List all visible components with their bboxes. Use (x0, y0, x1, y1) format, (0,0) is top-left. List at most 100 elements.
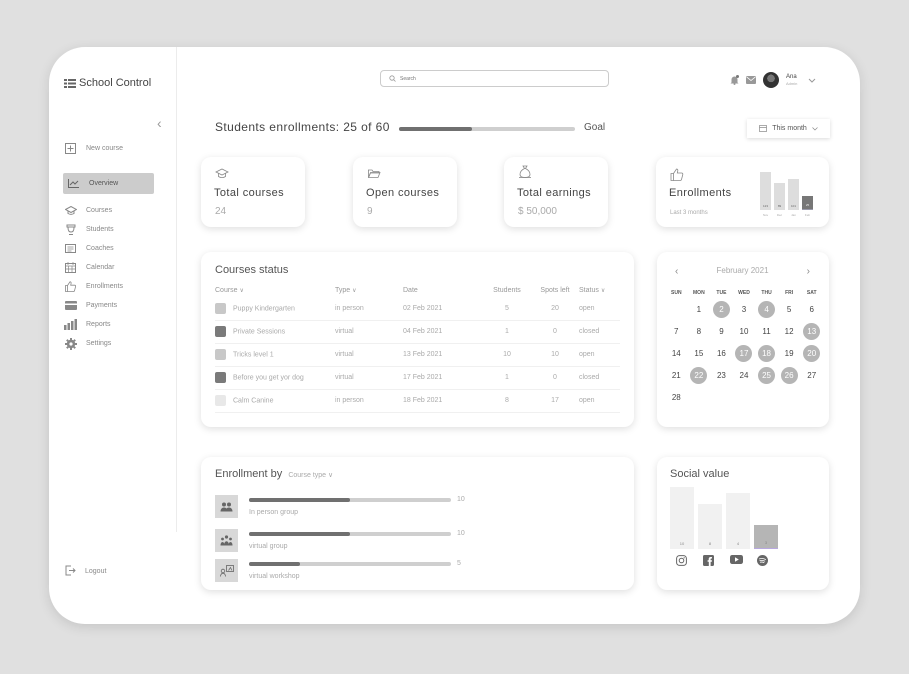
column-students[interactable]: Students (483, 283, 531, 297)
calendar-day[interactable]: 9 (710, 323, 733, 340)
course-type-dropdown[interactable]: Course type ∨ (288, 472, 333, 479)
prev-month-button[interactable]: ‹ (675, 266, 678, 277)
social-bar-youtube[interactable]: 4 (726, 493, 750, 549)
calendar-day-number: 15 (694, 349, 704, 358)
column-date[interactable]: Date (403, 283, 483, 297)
calendar-day[interactable]: 1 (688, 301, 711, 318)
youtube-icon[interactable] (730, 555, 743, 564)
date-cell: 13 Feb 2021 (403, 343, 483, 367)
search-bar[interactable] (380, 70, 609, 87)
calendar-day-number: 14 (671, 349, 681, 358)
calendar-day[interactable]: 27 (800, 367, 823, 384)
column-status[interactable]: Status ∨ (579, 283, 620, 297)
calendar-day[interactable]: 21 (665, 367, 688, 384)
next-month-button[interactable]: › (807, 266, 810, 277)
calendar-day[interactable]: 25 (755, 367, 778, 384)
calendar-day[interactable]: 15 (688, 345, 711, 362)
sidebar-item-calendar[interactable]: Calendar (64, 262, 114, 273)
table-row[interactable]: Tricks level 1 virtual 13 Feb 2021 10 10 open (215, 343, 620, 367)
column-course[interactable]: Course ∨ (215, 283, 335, 297)
calendar-day[interactable]: 17 (733, 345, 756, 362)
enrollment-by-bar (249, 498, 451, 502)
mail-icon[interactable] (746, 76, 756, 84)
calendar-day[interactable]: 16 (710, 345, 733, 362)
spotify-icon[interactable] (757, 555, 768, 566)
table-row[interactable]: Calm Canine in person 18 Feb 2021 8 17 open (215, 389, 620, 413)
calendar-day[interactable]: 13 (800, 323, 823, 340)
collapse-sidebar-button[interactable]: ‹ (157, 115, 162, 131)
mini-bar-nov[interactable]: 123 (760, 172, 771, 210)
enrollments-subtitle: Last 3 months (670, 210, 708, 216)
sidebar-item-payments[interactable]: Payments (64, 300, 117, 311)
calendar-day[interactable]: 26 (778, 367, 801, 384)
spots-left-cell-text: 0 (553, 328, 557, 335)
sidebar-item-overview[interactable]: Overview (63, 173, 154, 194)
calendar-day[interactable]: 23 (710, 367, 733, 384)
calendar-day[interactable]: 28 (665, 389, 688, 406)
mini-bar-feb[interactable]: 25 (802, 196, 813, 210)
total-earnings-title: Total earnings (517, 187, 592, 199)
calendar-day[interactable]: 3 (733, 301, 756, 318)
open-courses-card[interactable]: Open courses 9 (353, 157, 457, 227)
social-bar-spotify[interactable]: 3 (754, 525, 778, 549)
instagram-icon[interactable] (676, 555, 687, 566)
course-color-swatch (215, 302, 226, 314)
social-bar-instagram[interactable]: 10 (670, 487, 694, 549)
sidebar-item-settings[interactable]: Settings (64, 337, 111, 350)
social-value-card: Social value 10 8 4 3 (657, 457, 829, 590)
sidebar-item-courses[interactable]: Courses (64, 205, 112, 216)
avatar[interactable] (763, 72, 779, 88)
table-row[interactable]: Puppy Kindergarten in person 02 Feb 2021 5 2… (215, 297, 620, 321)
bell-icon[interactable] (730, 75, 739, 85)
calendar-day[interactable]: 2 (710, 301, 733, 318)
money-bag-icon (519, 165, 531, 178)
calendar-day[interactable]: 8 (688, 323, 711, 340)
search-input[interactable] (400, 75, 590, 82)
sidebar-item-label: Coaches (86, 245, 114, 252)
calendar-day[interactable]: 14 (665, 345, 688, 362)
calendar-day-number: 5 (786, 305, 792, 314)
sidebar-item-students[interactable]: Students (64, 224, 114, 235)
goal-label: Goal (584, 122, 606, 133)
course-cell: Before you get yor dog (215, 366, 335, 390)
enrollment-by-bar-fill (249, 562, 300, 566)
logout-button[interactable]: Logout (65, 565, 106, 578)
calendar-day[interactable]: 10 (733, 323, 756, 340)
table-row[interactable]: Before you get yor dog virtual 17 Feb 2021… (215, 366, 620, 390)
calendar-day[interactable]: 11 (755, 323, 778, 340)
column-spots-left[interactable]: Spots left (531, 283, 579, 297)
period-dropdown[interactable]: This month (747, 119, 830, 138)
user-info[interactable]: Ana Admin (786, 74, 797, 86)
calendar-day[interactable]: 20 (800, 345, 823, 362)
social-bar-facebook[interactable]: 8 (698, 504, 722, 549)
app-logo[interactable]: School Control (64, 77, 151, 89)
type-cell-text: virtual (335, 351, 354, 358)
mini-bar-jan[interactable]: 101 (788, 178, 799, 210)
app-title: School Control (79, 77, 152, 89)
sidebar-item-enrollments[interactable]: Enrollments (64, 281, 123, 292)
chevron-down-icon[interactable] (808, 78, 816, 83)
calendar-day[interactable]: 6 (800, 301, 823, 318)
sidebar-item-coaches[interactable]: Coaches (64, 243, 114, 254)
new-course-button[interactable]: New course (64, 143, 123, 154)
calendar-day[interactable]: 19 (778, 345, 801, 362)
calendar-day-number: 10 (739, 327, 749, 336)
mini-bar-dec[interactable]: 89 (774, 182, 785, 210)
type-cell: in person (335, 297, 403, 321)
sidebar-item-reports[interactable]: Reports (64, 319, 111, 330)
sidebar: School Control ‹ New course Overview Cour… (49, 47, 177, 576)
calendar-day[interactable]: 5 (778, 301, 801, 318)
calendar-day[interactable]: 12 (778, 323, 801, 340)
calendar-day[interactable]: 18 (755, 345, 778, 362)
facebook-icon[interactable] (703, 555, 714, 566)
calendar-day[interactable]: 22 (688, 367, 711, 384)
total-earnings-card[interactable]: Total earnings $ 50,000 (504, 157, 608, 227)
calendar-day[interactable]: 24 (733, 367, 756, 384)
calendar-day[interactable]: 7 (665, 323, 688, 340)
total-courses-card[interactable]: Total courses 24 (201, 157, 305, 227)
calendar-day[interactable]: 4 (755, 301, 778, 318)
column-type[interactable]: Type ∨ (335, 283, 403, 297)
app-window: School Control ‹ New course Overview Cour… (49, 47, 860, 624)
enrollments-card[interactable]: Enrollments Last 3 months 123 Nov 89 Dec 101… (656, 157, 829, 227)
table-row[interactable]: Private Sessions virtual 04 Feb 2021 1 0 clos… (215, 320, 620, 344)
